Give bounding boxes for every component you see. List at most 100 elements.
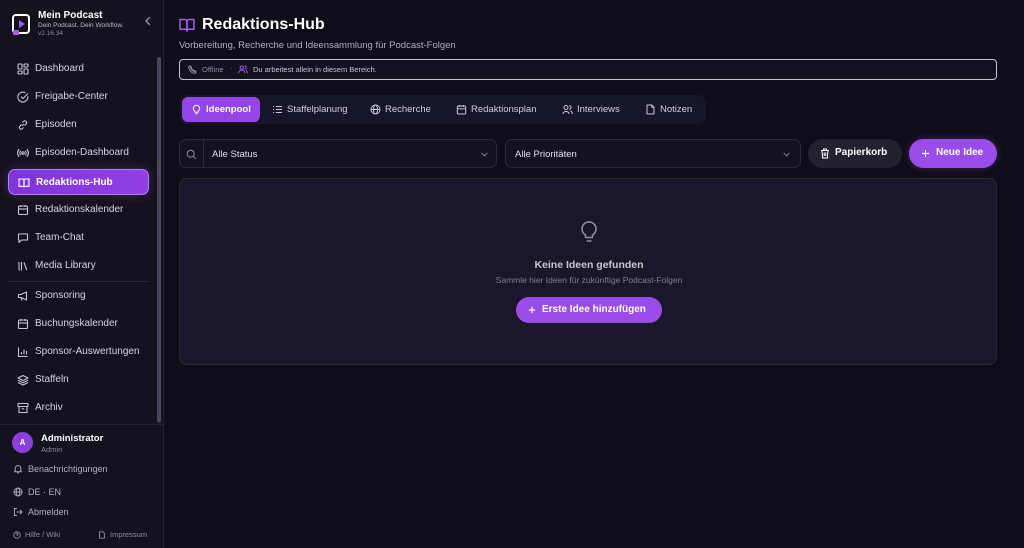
sidebar-item-buchungskalender[interactable]: Buchungskalender	[8, 311, 149, 337]
new-idea-button[interactable]: Neue Idee	[909, 139, 997, 168]
sidebar-scroll-thumb[interactable]	[157, 57, 161, 422]
trash-button-label: Papierkorb	[835, 147, 888, 158]
library-icon	[17, 260, 29, 272]
sidebar-item-sponsoring[interactable]: Sponsoring	[8, 283, 149, 309]
empty-state-title: Keine Ideen gefunden	[534, 259, 644, 271]
archive-icon	[17, 402, 29, 414]
main-content: Redaktions-Hub Vorbereitung, Recherche u…	[164, 0, 1024, 548]
file-icon	[645, 104, 656, 115]
users-icon	[562, 104, 573, 115]
lightbulb-icon	[191, 104, 202, 115]
sidebar-item-staffeln[interactable]: Staffeln	[8, 367, 149, 393]
calendar-icon	[456, 104, 467, 115]
sidebar-item-episoden[interactable]: Episoden	[8, 112, 149, 138]
tab-redaktionsplan[interactable]: Redaktionsplan	[447, 97, 547, 122]
sidebar-item-label: Freigabe-Center	[35, 91, 108, 102]
sidebar-item-episoden-dashboard[interactable]: Episoden-Dashboard	[8, 140, 149, 166]
sidebar-item-label: Episoden-Dashboard	[35, 147, 129, 158]
tab-label: Ideenpool	[206, 104, 251, 115]
sidebar-item-dashboard[interactable]: Dashboard	[8, 56, 149, 82]
broadcast-icon	[17, 147, 29, 159]
app-version: v2.16.34	[38, 30, 63, 37]
sidebar-item-label: Redaktions-Hub	[36, 177, 113, 188]
divider	[203, 140, 204, 167]
page-subtitle: Vorbereitung, Recherche und Ideensammlun…	[179, 40, 456, 51]
plus-icon	[528, 306, 536, 314]
priority-filter-value: Alle Prioritäten	[515, 149, 577, 160]
globe-icon	[370, 104, 381, 115]
link-icon	[17, 119, 29, 131]
logout-icon	[13, 507, 23, 517]
user-role: Admin	[41, 445, 63, 454]
priority-filter-select[interactable]: Alle Prioritäten	[505, 139, 801, 168]
brand-title: Mein Podcast	[38, 10, 103, 21]
file-icon	[98, 531, 106, 539]
language-label: DE · EN	[28, 487, 62, 497]
status-separator: ·	[230, 64, 233, 73]
collapse-sidebar-chevron-left-icon[interactable]	[141, 14, 155, 28]
bar-chart-icon	[17, 346, 29, 358]
page-title: Redaktions-Hub	[202, 16, 325, 33]
podcast-logo-icon	[12, 14, 32, 36]
trash-button[interactable]: Papierkorb	[808, 139, 902, 168]
tab-recherche[interactable]: Recherche	[361, 97, 441, 122]
sidebar-item-sponsor-auswertungen[interactable]: Sponsor-Auswertungen	[8, 339, 149, 365]
layers-icon	[17, 374, 29, 386]
status-filter-select[interactable]: Alle Status	[179, 139, 497, 168]
presence-status-bar: Offline · Du arbeitest allein in diesem …	[179, 59, 997, 80]
tab-label: Notizen	[660, 104, 693, 115]
chat-icon	[17, 232, 29, 244]
sidebar-item-media-library[interactable]: Media Library	[8, 253, 149, 279]
presence-message: Du arbeitest allein in diesem Bereich.	[253, 65, 377, 74]
nav-divider	[8, 281, 149, 282]
sidebar-item-redaktionskalender[interactable]: Redaktionskalender	[8, 197, 149, 223]
tab-staffelplanung[interactable]: Staffelplanung	[263, 97, 359, 122]
sidebar-item-label: Team-Chat	[35, 232, 84, 243]
tab-notizen[interactable]: Notizen	[636, 97, 702, 122]
sidebar-item-label: Media Library	[35, 260, 96, 271]
sidebar-footer: A Administrator Admin Benachrichtigungen…	[0, 424, 164, 548]
tab-bar: Ideenpool Staffelplanung Recherche Redak…	[179, 95, 706, 124]
new-idea-button-label: Neue Idee	[936, 147, 984, 158]
tab-ideenpool[interactable]: Ideenpool	[182, 97, 260, 122]
sidebar-item-archiv[interactable]: Archiv	[8, 395, 149, 421]
book-icon	[179, 17, 195, 33]
check-circle-icon	[17, 91, 29, 103]
search-icon	[186, 149, 197, 160]
sidebar-item-label: Buchungskalender	[35, 318, 118, 329]
sidebar-scrollbar[interactable]	[157, 57, 161, 425]
help-circle-icon	[13, 531, 21, 539]
brand-tagline: Dein Podcast. Dein Workflow.	[38, 22, 124, 29]
users-icon	[238, 65, 248, 74]
offline-phone-icon	[188, 65, 197, 74]
sidebar-item-label: Archiv	[35, 402, 63, 413]
add-first-idea-label: Erste Idee hinzufügen	[542, 304, 646, 315]
tab-label: Redaktionsplan	[471, 104, 537, 115]
plus-icon	[921, 149, 930, 158]
sidebar-item-label: Staffeln	[35, 374, 69, 385]
avatar[interactable]: A	[12, 432, 33, 453]
sidebar-item-label: Dashboard	[35, 63, 84, 74]
logout-label: Abmelden	[28, 507, 69, 517]
chevron-down-icon	[480, 150, 489, 159]
sidebar-item-label: Redaktionskalender	[35, 204, 124, 215]
status-filter-value: Alle Status	[212, 149, 258, 160]
offline-label: Offline	[202, 65, 224, 74]
sidebar: Mein Podcast Dein Podcast. Dein Workflow…	[0, 0, 164, 548]
trash-icon	[820, 148, 830, 159]
sidebar-item-redaktions-hub[interactable]: Redaktions-Hub	[8, 169, 149, 195]
add-first-idea-button[interactable]: Erste Idee hinzufügen	[516, 297, 662, 323]
sidebar-item-freigabe-center[interactable]: Freigabe-Center	[8, 84, 149, 110]
imprint-label: Impressum	[110, 530, 148, 539]
megaphone-icon	[17, 290, 29, 302]
brand[interactable]: Mein Podcast Dein Podcast. Dein Workflow…	[10, 9, 160, 43]
notifications-label: Benachrichtigungen	[28, 464, 108, 474]
tab-interviews[interactable]: Interviews	[553, 97, 637, 122]
dashboard-icon	[17, 63, 29, 75]
book-icon	[18, 177, 30, 189]
bell-icon	[13, 464, 23, 474]
sidebar-item-team-chat[interactable]: Team-Chat	[8, 225, 149, 251]
calendar-icon	[17, 204, 29, 216]
sidebar-item-label: Episoden	[35, 119, 77, 130]
sidebar-item-label: Sponsor-Auswertungen	[35, 346, 140, 357]
